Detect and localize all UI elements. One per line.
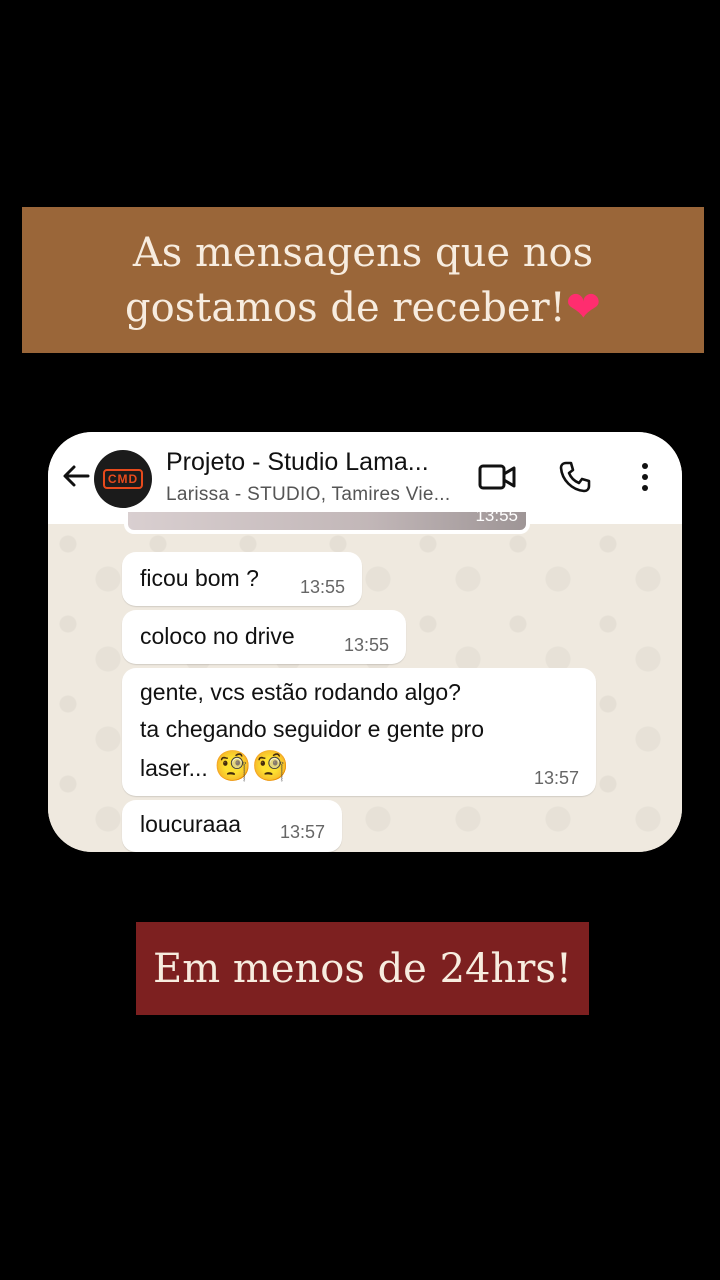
- message-text-last-line: laser... 🧐🧐: [140, 749, 289, 784]
- message-text: coloco no drive: [140, 623, 295, 649]
- video-call-icon[interactable]: [478, 460, 516, 494]
- chat-screenshot: CMD Projeto - Studio Lama... Larissa - S…: [48, 432, 682, 852]
- more-options-icon[interactable]: [638, 460, 652, 494]
- message-bubble[interactable]: gente, vcs estão rodando algo? ta chegan…: [122, 668, 596, 796]
- message-time: 13:57: [280, 822, 326, 842]
- top-banner-text: As mensagens que nos gostamos de receber…: [125, 229, 601, 331]
- back-arrow-icon[interactable]: [60, 460, 92, 492]
- message-time: 13:55: [344, 635, 390, 655]
- chat-messages-area[interactable]: 13:55 ficou bom ? 13:55 coloco no drive …: [48, 506, 682, 852]
- avatar-logo: CMD: [102, 469, 144, 489]
- message-text: gente, vcs estão rodando algo? ta chegan…: [140, 679, 484, 742]
- bottom-banner-text: Em menos de 24hrs!: [153, 945, 572, 992]
- heart-emoji: ❤: [565, 281, 601, 331]
- message-time: 13:57: [534, 768, 580, 788]
- chat-header: CMD Projeto - Studio Lama... Larissa - S…: [48, 432, 682, 524]
- message-bubble[interactable]: ficou bom ? 13:55: [122, 552, 362, 606]
- phone-call-icon[interactable]: [558, 460, 592, 494]
- group-avatar[interactable]: CMD: [94, 450, 152, 508]
- bottom-banner: Em menos de 24hrs!: [136, 922, 589, 1015]
- message-bubble[interactable]: loucuraaa 13:57: [122, 800, 342, 852]
- monocle-emoji: 🧐🧐: [214, 749, 289, 784]
- previous-media-message[interactable]: 13:55: [124, 506, 530, 534]
- message-time: 13:55: [475, 506, 518, 525]
- message-text: loucuraaa: [140, 811, 242, 837]
- message-time: 13:55: [300, 577, 346, 597]
- chat-title[interactable]: Projeto - Studio Lama...: [166, 448, 466, 477]
- message-text: ficou bom ?: [140, 565, 259, 591]
- chat-participants[interactable]: Larissa - STUDIO, Tamires Vie...: [166, 484, 466, 506]
- message-bubble[interactable]: coloco no drive 13:55: [122, 610, 406, 664]
- top-banner: As mensagens que nos gostamos de receber…: [22, 207, 704, 353]
